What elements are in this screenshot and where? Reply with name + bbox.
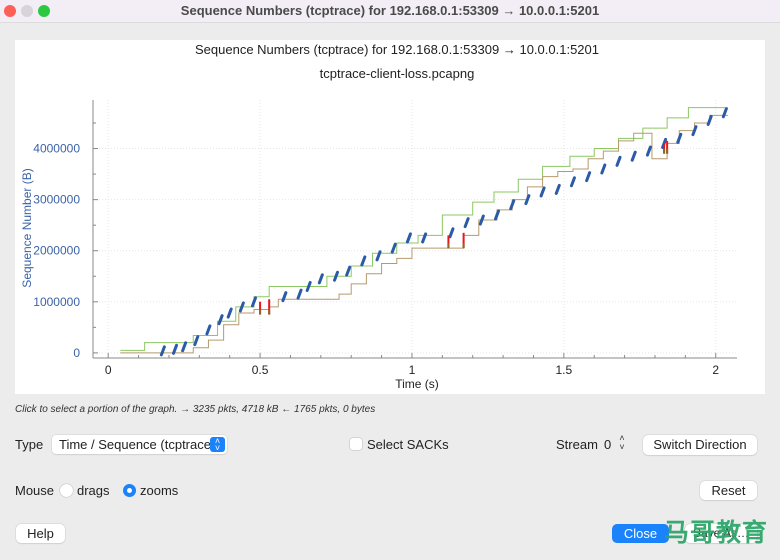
sequence-chart[interactable]: Sequence Numbers (tcptrace) for 192.168.…: [15, 40, 765, 394]
mouse-drags-radio[interactable]: [60, 484, 73, 497]
segment-point: [345, 265, 352, 277]
x-tick-label: 0: [105, 363, 112, 377]
segment-point: [390, 242, 397, 254]
segment-point: [615, 155, 622, 167]
mouse-zooms-radio[interactable]: [123, 484, 136, 497]
segment-point: [539, 186, 546, 198]
reset-button[interactable]: Reset: [700, 481, 757, 500]
segment-point: [478, 214, 485, 226]
mouse-drags-label: drags: [77, 483, 110, 498]
segment-point: [494, 209, 501, 221]
segment-point: [524, 194, 531, 206]
chart-title: Sequence Numbers (tcptrace) for 192.168.…: [195, 42, 599, 57]
segment-point: [463, 217, 470, 229]
segment-point: [159, 345, 166, 357]
segment-point: [600, 163, 607, 175]
segment-point: [238, 301, 245, 313]
segment-point: [305, 280, 312, 292]
segment-point: [296, 288, 303, 300]
type-label: Type: [15, 437, 44, 452]
window-line: [120, 107, 728, 351]
help-button[interactable]: Help: [16, 524, 65, 543]
type-select[interactable]: Time / Sequence (tcptrace) ˄ ˅: [52, 435, 227, 454]
segment-point: [448, 227, 455, 239]
segment-point: [405, 232, 412, 244]
stream-stepper[interactable]: ˄ ˅: [616, 434, 628, 454]
data-series: [120, 107, 728, 357]
segment-point: [645, 145, 652, 157]
x-tick-label: 0.5: [252, 363, 269, 377]
segment-point: [554, 183, 561, 195]
segment-point: [226, 307, 233, 319]
x-tick-label: 2: [712, 363, 719, 377]
chart-subtitle: tcptrace-client-loss.pcapng: [320, 66, 475, 81]
y-tick-label: 0: [73, 346, 80, 360]
segment-point: [360, 255, 367, 267]
segment-point: [569, 176, 576, 188]
stream-label: Stream: [556, 437, 598, 452]
segment-point: [630, 150, 637, 162]
segment-point: [217, 314, 224, 326]
stepper-down-icon[interactable]: ˅: [616, 443, 628, 452]
stream-input[interactable]: 0: [604, 437, 611, 452]
y-axis-label: Sequence Number (B): [20, 168, 34, 287]
switch-direction-button[interactable]: Switch Direction: [643, 435, 757, 455]
graph-panel[interactable]: Sequence Numbers (tcptrace) for 192.168.…: [15, 40, 765, 394]
close-button[interactable]: Close: [612, 524, 669, 543]
segment-point: [317, 273, 324, 285]
segment-point: [333, 270, 340, 282]
updown-chevron-icon: ˄ ˅: [210, 437, 225, 453]
segment-point: [676, 132, 683, 144]
y-tick-label: 2000000: [33, 244, 80, 258]
x-tick-label: 1: [409, 363, 416, 377]
watermark-logo: 马哥教育: [664, 518, 769, 547]
y-tick-label: 3000000: [33, 193, 80, 207]
mouse-label: Mouse: [15, 483, 55, 498]
segment-point: [706, 114, 713, 126]
window-title: Sequence Numbers (tcptrace) for 192.168.…: [180, 3, 600, 18]
segment-point: [691, 125, 698, 137]
segment-point: [193, 335, 200, 347]
title-bar: Sequence Numbers (tcptrace) for 192.168.…: [0, 0, 780, 23]
segment-point: [251, 296, 257, 308]
status-hint: Click to select a portion of the graph. …: [15, 404, 376, 415]
y-tick-label: 1000000: [33, 295, 80, 309]
mouse-zooms-label: zooms: [140, 483, 179, 498]
x-tick-label: 1.5: [556, 363, 573, 377]
type-select-value: Time / Sequence (tcptrace): [59, 437, 216, 452]
segment-point: [585, 171, 592, 183]
y-tick-label: 4000000: [33, 142, 80, 156]
segment-point: [181, 341, 188, 353]
segment-point: [509, 199, 516, 211]
x-axis-label: Time (s): [395, 377, 439, 391]
segment-point: [205, 324, 212, 336]
select-sacks-label: Select SACKs: [367, 437, 449, 452]
segment-point: [172, 343, 179, 355]
select-sacks-checkbox[interactable]: [350, 438, 362, 450]
